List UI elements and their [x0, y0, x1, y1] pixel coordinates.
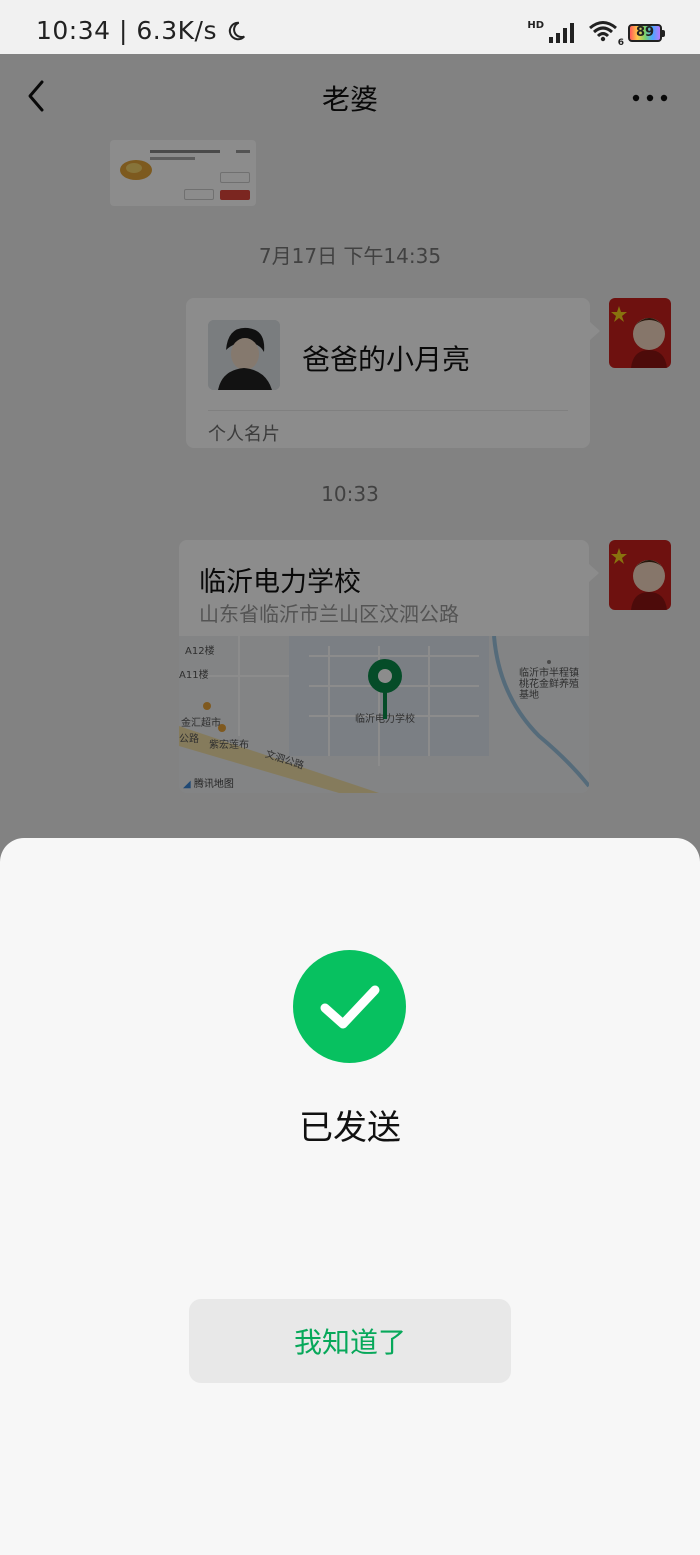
success-check-icon: [293, 950, 406, 1063]
confirm-button[interactable]: 我知道了: [189, 1299, 511, 1383]
wifi-indicator: 6: [588, 20, 624, 48]
time-and-speed: 10:34 | 6.3K/s: [36, 16, 247, 45]
status-bar: 10:34 | 6.3K/s HD 6 89: [0, 0, 700, 54]
battery-level: 89: [635, 25, 655, 40]
battery-indicator: 89: [628, 24, 665, 42]
sent-status-text: 已发送: [299, 1108, 401, 1148]
wifi-sub-label: 6: [617, 38, 624, 48]
signal-icon: [549, 23, 574, 43]
wifi-icon: [589, 21, 617, 42]
time-text: 10:34 | 6.3K/s: [36, 16, 217, 45]
moon-icon: [229, 21, 246, 41]
network-type-label: HD: [527, 19, 544, 31]
sent-confirmation-sheet: 已发送 我知道了: [0, 838, 700, 1555]
